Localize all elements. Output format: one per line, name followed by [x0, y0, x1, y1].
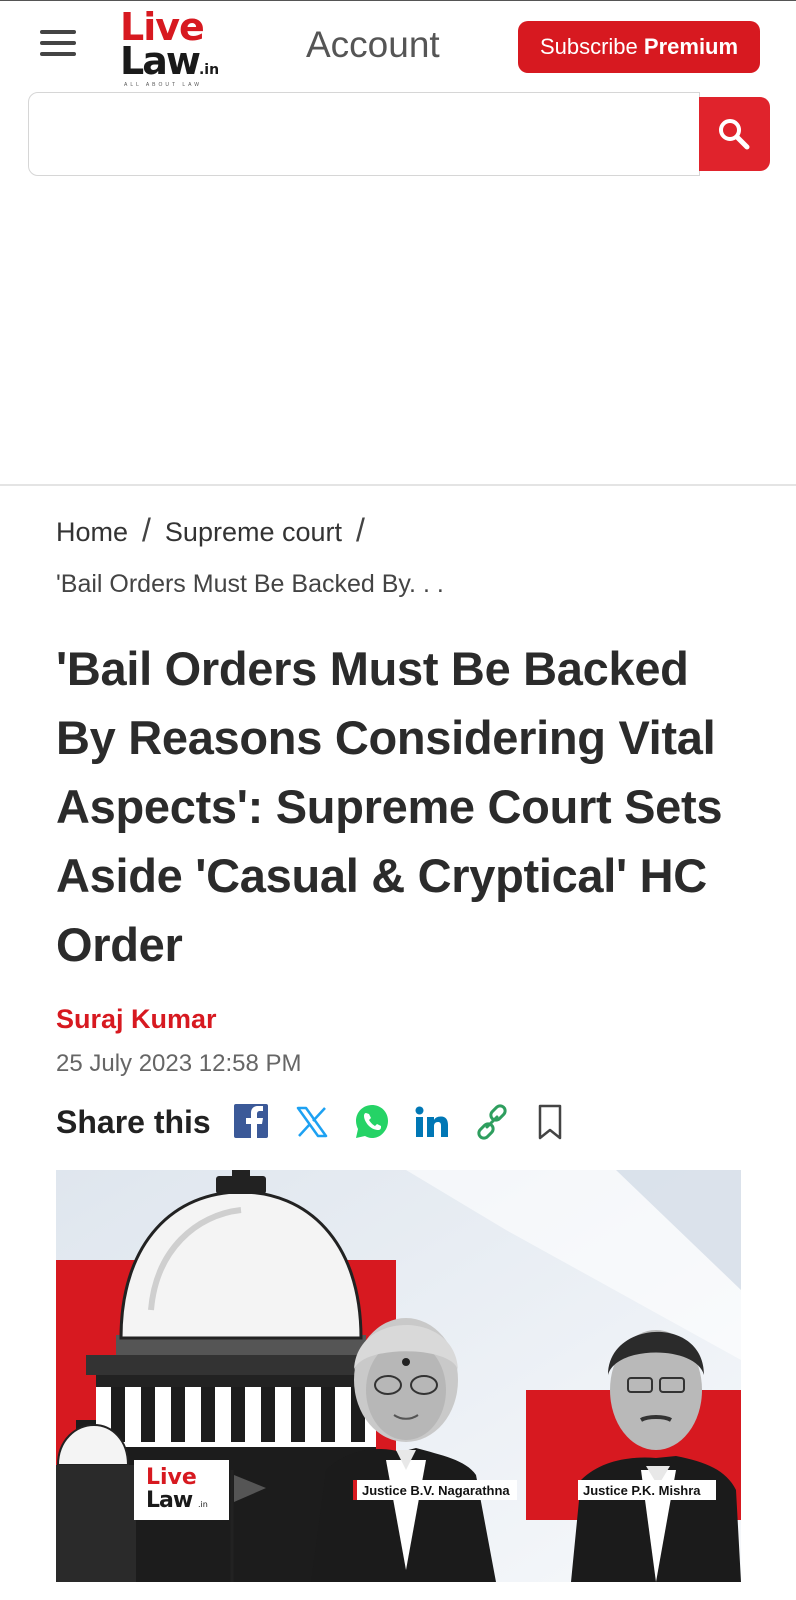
- hero-caption-mishra: Justice P.K. Mishra: [583, 1483, 701, 1498]
- breadcrumb-separator: /: [356, 512, 365, 548]
- author-link[interactable]: Suraj Kumar: [56, 1004, 217, 1035]
- account-link[interactable]: Account: [306, 24, 440, 66]
- subscribe-premium-button[interactable]: Subscribe Premium: [518, 21, 760, 73]
- bookmark-icon[interactable]: [532, 1102, 572, 1142]
- subscribe-label: Subscribe: [539, 34, 638, 59]
- logo-tagline: ALL ABOUT LAW: [124, 82, 202, 88]
- breadcrumb: Home / Supreme court / 'Bail Orders Must Be…: [56, 512, 756, 598]
- search-input[interactable]: [28, 92, 700, 176]
- article-hero-image: Live Law .in Justice B.V. Nagarathna Jus…: [56, 1170, 741, 1582]
- breadcrumb-current: 'Bail Orders Must Be Backed By. . .: [56, 570, 444, 598]
- search-button[interactable]: [699, 97, 770, 171]
- share-bar: Share this: [56, 1100, 616, 1146]
- hero-logo-live: Live: [146, 1465, 197, 1490]
- ad-placeholder: [0, 190, 796, 484]
- search-bar: [28, 92, 770, 176]
- section-divider: [0, 484, 796, 486]
- logo-tld: .in: [198, 62, 220, 78]
- livelaw-logo[interactable]: Live Law.in ALL ABOUT LAW: [120, 8, 250, 88]
- hero-logo-law: Law: [146, 1488, 193, 1513]
- site-header: Live Law.in ALL ABOUT LAW Account Subscr…: [0, 0, 796, 90]
- hero-logo-tld: .in: [198, 1500, 208, 1509]
- hero-caption-nagarathna: Justice B.V. Nagarathna: [362, 1483, 510, 1498]
- hamburger-menu-icon[interactable]: [40, 30, 76, 60]
- facebook-icon[interactable]: [232, 1102, 272, 1142]
- share-label: Share this: [56, 1104, 211, 1140]
- supreme-court-illustration: Live Law .in Justice B.V. Nagarathna Jus…: [56, 1170, 741, 1582]
- link-icon[interactable]: [472, 1102, 512, 1142]
- publish-date: 25 July 2023 12:58 PM: [56, 1050, 302, 1077]
- article-title: 'Bail Orders Must Be Backed By Reasons C…: [56, 642, 723, 971]
- premium-label: Premium: [643, 34, 739, 59]
- breadcrumb-supreme-court[interactable]: Supreme court: [165, 517, 342, 547]
- linkedin-icon[interactable]: [412, 1102, 452, 1142]
- x-icon[interactable]: [292, 1102, 332, 1142]
- whatsapp-icon[interactable]: [352, 1102, 392, 1142]
- search-icon: [719, 119, 750, 150]
- breadcrumb-separator: /: [142, 512, 151, 548]
- breadcrumb-home[interactable]: Home: [56, 517, 128, 547]
